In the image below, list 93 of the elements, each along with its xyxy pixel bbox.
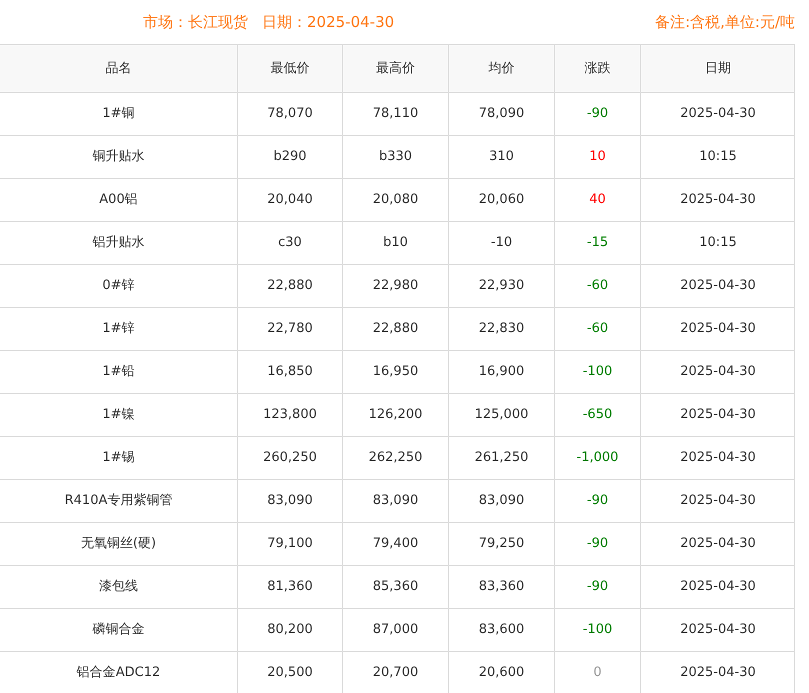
table-cell-text: 1#锌 (102, 320, 135, 338)
table-cell-text: 20,080 (372, 191, 418, 210)
change-cell-text: -90 (586, 492, 608, 510)
table-cell-text: 310 (489, 148, 514, 166)
table-cell-text: 1#铅 (102, 363, 135, 382)
table-cell-text: 1#镍 (102, 406, 135, 424)
table-cell-text: 79,250 (478, 535, 524, 554)
note-label: 备注:含税,单位:元/吨 (655, 12, 795, 33)
table-cell-text: 22,880 (267, 277, 313, 296)
table-cell-text: 78,090 (478, 105, 524, 124)
table-cell-text: c30 (278, 234, 302, 252)
table-cell-text: 81,360 (267, 578, 313, 596)
table-cell-text: 78,110 (372, 105, 418, 124)
table-cell-text: 260,250 (263, 449, 317, 468)
table-cell-text: 铝合金ADC12 (76, 664, 160, 682)
table-cell-text: 10:15 (699, 148, 737, 166)
table-cell-text: 22,980 (372, 277, 418, 296)
table-cell-text: 2025-04-30 (680, 191, 756, 210)
table-cell-text: 无氧铜丝(硬) (80, 535, 156, 554)
change-cell-text: -15 (586, 234, 608, 252)
table-cell-text: 22,830 (478, 320, 524, 338)
change-cell-text: 40 (589, 191, 606, 210)
table-cell-text: 262,250 (368, 449, 422, 468)
market-label: 市场：长江现货 (143, 12, 248, 33)
table-cell-text: b330 (378, 148, 412, 166)
table-cell-text: 79,400 (372, 535, 418, 554)
column-header: 最低价 (270, 60, 310, 78)
table-cell-text: 2025-04-30 (680, 406, 756, 424)
table-cell-text: 78,070 (267, 105, 313, 124)
change-cell-text: 0 (593, 664, 602, 682)
table-cell-text: 123,800 (263, 406, 317, 424)
table-cell-text: 83,360 (478, 578, 524, 596)
table-cell-text: 80,200 (267, 621, 313, 640)
table-cell-text: 2025-04-30 (680, 363, 756, 382)
table-cell-text: 79,100 (267, 535, 313, 554)
table-cell-text: 2025-04-30 (680, 578, 756, 596)
table-cell-text: 16,950 (372, 363, 418, 382)
table-cell-text: A00铝 (99, 191, 138, 210)
table-cell-text: 83,090 (372, 492, 418, 510)
table-cell-text: 2025-04-30 (680, 320, 756, 338)
table-cell-text: 2025-04-30 (680, 492, 756, 510)
column-header: 均价 (488, 60, 514, 78)
change-cell-text: -60 (586, 277, 608, 296)
change-cell-text: -650 (582, 406, 612, 424)
table-cell-text: 10:15 (699, 234, 737, 252)
change-cell-text: -1,000 (576, 449, 618, 468)
column-header: 日期 (705, 60, 731, 78)
table-cell-text: 87,000 (372, 621, 418, 640)
table-cell-text: 2025-04-30 (680, 621, 756, 640)
table-cell-text: 20,700 (372, 664, 418, 682)
table-cell-text: 20,040 (267, 191, 313, 210)
table-cell-text: 83,090 (267, 492, 313, 510)
table-cell-text: 20,060 (478, 191, 524, 210)
table-cell-text: 22,930 (478, 277, 524, 296)
table-cell-text: 85,360 (372, 578, 418, 596)
change-cell-text: -90 (586, 535, 608, 554)
table-cell-text: 22,880 (372, 320, 418, 338)
change-cell-text: -90 (586, 105, 608, 124)
table-cell-text: 铜升贴水 (92, 148, 144, 166)
table-cell-text: 125,000 (474, 406, 528, 424)
table-cell-text: 2025-04-30 (680, 535, 756, 554)
table-cell-text: 261,250 (474, 449, 528, 468)
table-cell-text: 16,900 (478, 363, 524, 382)
table-cell-text: -10 (490, 234, 512, 252)
table-cell-text: 83,600 (478, 621, 524, 640)
table-cell-text: 1#锡 (102, 449, 135, 468)
table-cell-text: 16,850 (267, 363, 313, 382)
table-cell-text: 1#铜 (102, 105, 135, 124)
table-cell-text: b290 (273, 148, 307, 166)
column-header: 品名 (106, 60, 132, 78)
table-cell-text: 磷铜合金 (92, 621, 144, 640)
table-cell-text: 漆包线 (99, 578, 138, 596)
change-cell-text: 10 (589, 148, 606, 166)
table-cell-text: 铝升贴水 (92, 234, 144, 252)
table-cell-text: 20,500 (267, 664, 313, 682)
change-cell-text: -100 (582, 363, 612, 382)
table-cell-text: 126,200 (368, 406, 422, 424)
table-cell-text: 2025-04-30 (680, 277, 756, 296)
table-cell-text: R410A专用紫铜管 (64, 492, 172, 510)
column-header: 最高价 (376, 60, 415, 78)
table-cell-text: 83,090 (478, 492, 524, 510)
table-cell-text: 0#锌 (102, 277, 135, 296)
change-cell-text: -100 (582, 621, 612, 640)
table-cell-text: 2025-04-30 (680, 449, 756, 468)
table-cell-text: 2025-04-30 (680, 105, 756, 124)
table-cell-text: 22,780 (267, 320, 313, 338)
table-cell-text: b10 (383, 234, 408, 252)
date-label: 日期：2025-04-30 (262, 12, 394, 33)
change-cell-text: -90 (586, 578, 608, 596)
column-header: 涨跌 (584, 60, 610, 78)
table-cell-text: 20,600 (478, 664, 524, 682)
change-cell-text: -60 (586, 320, 608, 338)
table-cell-text: 2025-04-30 (680, 664, 756, 682)
